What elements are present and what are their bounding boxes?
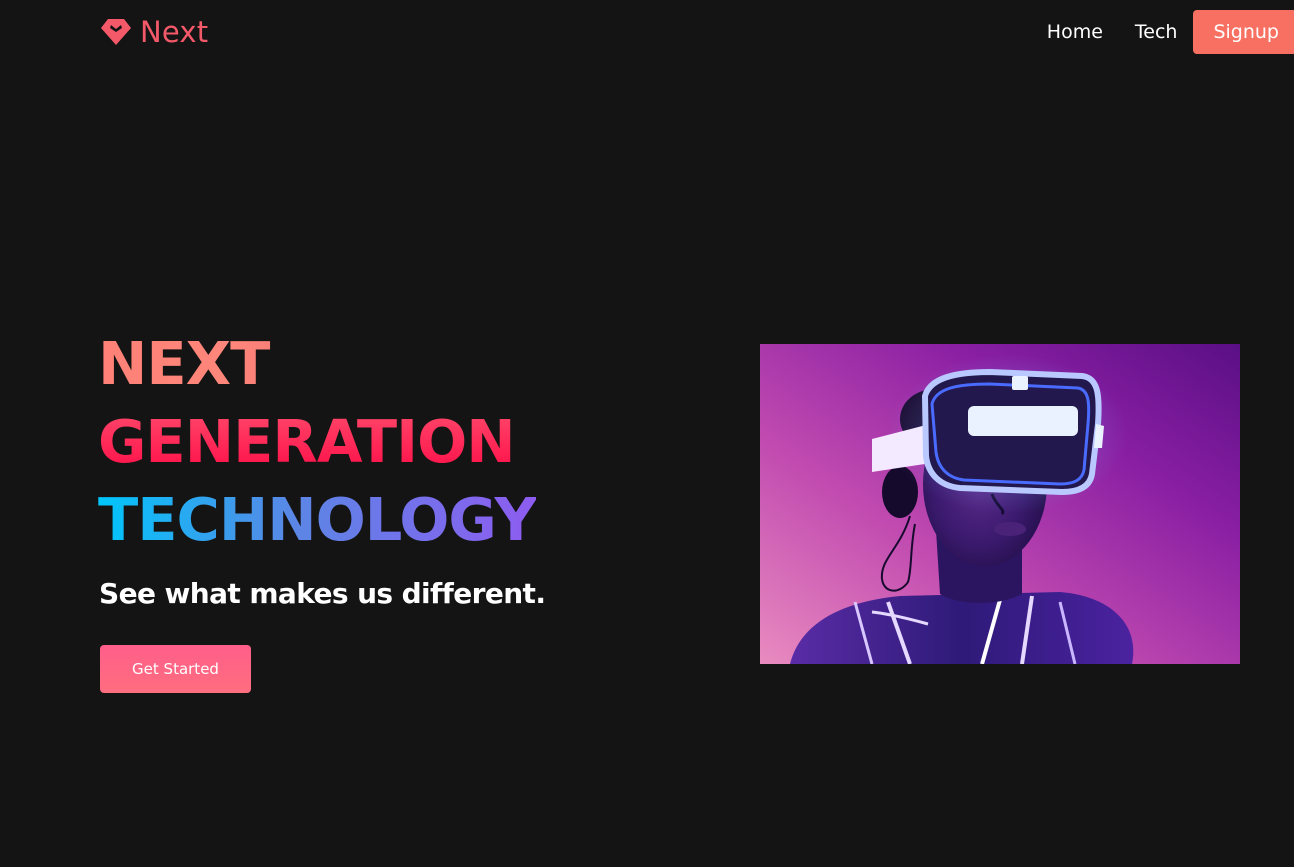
- get-started-button[interactable]: Get Started: [100, 645, 251, 693]
- hero-heading-line-3: TECHNOLOGY: [98, 481, 537, 559]
- signup-button[interactable]: Signup: [1193, 10, 1294, 54]
- page: Next Home Tech Signup NEXT GENERATION TE…: [0, 0, 1294, 867]
- hero-heading-line-1: NEXT: [98, 325, 536, 403]
- diamond-icon: [101, 19, 131, 45]
- nav-link-tech[interactable]: Tech: [1119, 10, 1194, 54]
- nav-menu: Home Tech Signup: [1031, 10, 1294, 54]
- hero-heading-line-2: GENERATION: [98, 403, 536, 481]
- brand-logo-link[interactable]: Next: [100, 14, 208, 50]
- nav-link-home[interactable]: Home: [1031, 10, 1119, 54]
- hero-heading: NEXT GENERATION TECHNOLOGY: [98, 325, 537, 559]
- brand-name: Next: [140, 15, 209, 49]
- hero-subheading: See what makes us different.: [99, 577, 546, 610]
- hero-image-vr-headset: [760, 344, 1240, 664]
- navbar: Next Home Tech Signup: [0, 0, 1294, 66]
